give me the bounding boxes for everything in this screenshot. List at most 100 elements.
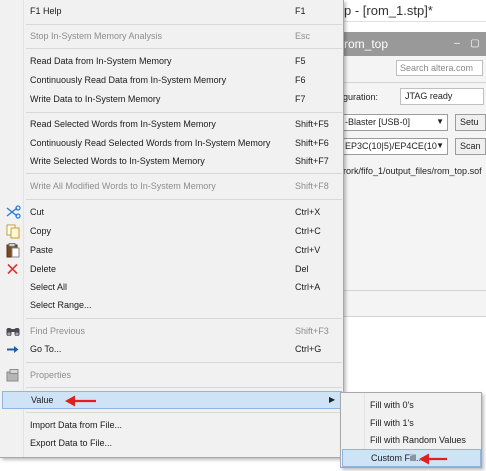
- menu-item-delete[interactable]: Delete Del: [2, 260, 342, 279]
- minimize-icon[interactable]: –: [452, 39, 462, 49]
- menu-item-label: F1 Help: [30, 6, 62, 16]
- document-header: rom_top – ▢: [340, 32, 486, 56]
- menu-item-shortcut: F7: [295, 94, 306, 104]
- setup-button[interactable]: Setu: [455, 114, 486, 131]
- menu-item-import-data[interactable]: Import Data from File...: [2, 416, 342, 435]
- divider: [340, 316, 486, 317]
- menu-item-read-data[interactable]: Read Data from In-System Memory F5: [2, 52, 342, 71]
- menu-item-write-data[interactable]: Write Data to In-System Memory F7: [2, 90, 342, 109]
- chevron-down-icon: ▼: [436, 141, 444, 150]
- menu-item-shortcut: Ctrl+A: [295, 282, 321, 292]
- menu-item-write-all-modified: Write All Modified Words to In-System Me…: [2, 177, 342, 196]
- menu-item-continuously-read-selected-words[interactable]: Continuously Read Selected Words from In…: [2, 134, 342, 153]
- submenu-item-label: Fill with 1's: [370, 418, 414, 428]
- binoculars-icon: [5, 324, 21, 339]
- menu-item-label: Select Range...: [30, 300, 92, 310]
- menu-item-export-data[interactable]: Export Data to File...: [2, 434, 342, 453]
- menu-item-label: Write All Modified Words to In-System Me…: [30, 181, 216, 191]
- menu-item-shortcut: F6: [295, 75, 306, 85]
- annotation-arrow-icon: [419, 453, 447, 465]
- scan-button[interactable]: Scan: [455, 138, 486, 155]
- menu-item-label: Find Previous: [30, 326, 86, 336]
- scissors-icon: [5, 205, 21, 220]
- menu-item-copy[interactable]: Copy Ctrl+C: [2, 222, 342, 241]
- menu-item-value[interactable]: Value ▶: [2, 391, 342, 409]
- menu-item-label: Write Data to In-System Memory: [30, 94, 161, 104]
- submenu-arrow-icon: ▶: [329, 395, 336, 404]
- menu-separator: [26, 362, 342, 363]
- value-submenu: Fill with 0's Fill with 1's Fill with Ra…: [340, 392, 482, 468]
- divider: [340, 290, 486, 291]
- menu-item-paste[interactable]: Paste Ctrl+V: [2, 241, 342, 260]
- menu-separator: [26, 173, 342, 174]
- context-menu: F1 Help F1 Stop In-System Memory Analysi…: [0, 0, 344, 458]
- menu-item-shortcut: Shift+F3: [295, 326, 329, 336]
- menu-item-write-selected-words[interactable]: Write Selected Words to In-System Memory…: [2, 152, 342, 171]
- menu-item-properties: Properties: [2, 366, 342, 385]
- document-tab-title[interactable]: rom_top: [344, 37, 388, 51]
- menu-separator: [26, 48, 342, 49]
- menu-item-select-all[interactable]: Select All Ctrl+A: [2, 278, 342, 297]
- app-title-bar: p - [rom_1.stp]*: [340, 0, 486, 22]
- menu-item-cut[interactable]: Cut Ctrl+X: [2, 203, 342, 222]
- menu-item-shortcut: Ctrl+C: [295, 226, 321, 236]
- menu-item-shortcut: Shift+F7: [295, 156, 329, 166]
- menu-item-shortcut: Ctrl+V: [295, 245, 321, 255]
- programming-file-path: rork/fifo_1/output_files/rom_top.sof: [343, 166, 482, 176]
- paste-icon: [5, 243, 21, 258]
- menu-item-label: Export Data to File...: [30, 438, 113, 448]
- device-select[interactable]: EP3C(10|5)/EP4CE(10 ▼: [341, 138, 448, 155]
- submenu-item-fill-ones[interactable]: Fill with 1's: [342, 414, 481, 432]
- annotation-arrow-icon: [65, 395, 96, 407]
- menu-separator: [26, 112, 342, 113]
- menu-item-label: Continuously Read Data from In-System Me…: [30, 75, 227, 85]
- submenu-item-fill-random[interactable]: Fill with Random Values: [342, 431, 481, 449]
- menu-separator: [26, 24, 342, 25]
- editor-area: [340, 320, 486, 380]
- submenu-item-fill-zeros[interactable]: Fill with 0's: [342, 396, 481, 414]
- device-select-value: EP3C(10|5)/EP4CE(10: [345, 141, 437, 151]
- configuration-label: guration:: [343, 92, 379, 102]
- menu-separator: [26, 412, 342, 413]
- window-title: p - [rom_1.stp]*: [344, 3, 433, 18]
- menu-item-label: Read Data from In-System Memory: [30, 56, 172, 66]
- menu-item-label: Import Data from File...: [30, 420, 123, 430]
- menu-item-shortcut: Ctrl+G: [295, 344, 322, 354]
- menu-item-go-to[interactable]: Go To... Ctrl+G: [2, 340, 342, 359]
- menu-item-stop-analysis: Stop In-System Memory Analysis Esc: [2, 27, 342, 46]
- submenu-item-label: Fill with Random Values: [370, 435, 466, 445]
- configuration-status-field: JTAG ready: [400, 88, 484, 105]
- menu-item-label: Select All: [30, 282, 68, 292]
- menu-separator: [26, 199, 342, 200]
- menu-item-label: Cut: [30, 207, 45, 217]
- goto-arrow-icon: [5, 342, 21, 357]
- menu-item-continuously-read-data[interactable]: Continuously Read Data from In-System Me…: [2, 71, 342, 90]
- menu-item-read-selected-words[interactable]: Read Selected Words from In-System Memor…: [2, 115, 342, 134]
- delete-icon: [5, 262, 21, 277]
- menu-item-label: Stop In-System Memory Analysis: [30, 31, 163, 41]
- menu-item-label: Copy: [30, 226, 52, 236]
- properties-icon: [5, 368, 21, 383]
- menu-item-label: Write Selected Words to In-System Memory: [30, 156, 205, 166]
- menu-item-shortcut: F5: [295, 56, 306, 66]
- submenu-item-custom-fill[interactable]: Custom Fill...: [342, 449, 481, 467]
- menu-item-help[interactable]: F1 Help F1: [2, 2, 342, 21]
- hardware-select[interactable]: -Blaster [USB-0] ▼: [341, 114, 448, 131]
- search-input[interactable]: Search altera.com: [396, 60, 483, 76]
- menu-item-label: Read Selected Words from In-System Memor…: [30, 119, 216, 129]
- divider: [340, 82, 486, 83]
- menu-item-shortcut: Del: [295, 264, 309, 274]
- menu-item-shortcut: Shift+F6: [295, 138, 329, 148]
- menu-item-shortcut: Shift+F8: [295, 181, 329, 191]
- menu-item-label: Go To...: [30, 344, 62, 354]
- menu-item-label: Continuously Read Selected Words from In…: [30, 138, 271, 148]
- hardware-select-value: -Blaster [USB-0]: [345, 117, 411, 127]
- menu-item-label: Delete: [30, 264, 57, 274]
- menu-item-select-range[interactable]: Select Range...: [2, 296, 342, 315]
- menu-separator: [26, 318, 342, 319]
- menu-separator: [26, 387, 342, 388]
- restore-icon[interactable]: ▢: [470, 39, 480, 49]
- menu-item-shortcut: Esc: [295, 31, 311, 41]
- copy-icon: [5, 224, 21, 239]
- menu-item-shortcut: Ctrl+X: [295, 207, 321, 217]
